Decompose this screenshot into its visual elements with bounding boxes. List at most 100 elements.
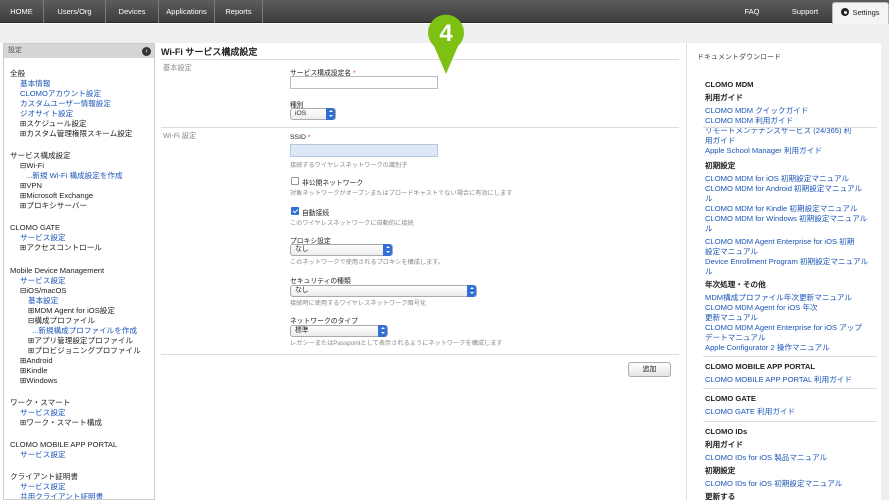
document-link[interactable]: CLOMO MDM Agent Enterprise for iOS アップ — [705, 323, 862, 333]
add-button[interactable]: 追加 — [628, 362, 671, 377]
panel-title: ドキュメントダウンロード — [697, 54, 781, 61]
ssid-input[interactable] — [290, 144, 438, 157]
document-link[interactable]: CLOMO MDM クイックガイド — [705, 106, 808, 116]
nav-support[interactable]: Support — [782, 0, 828, 23]
sidebar-item[interactable]: ...新規構成プロファイルを作成 — [32, 326, 137, 336]
document-link[interactable]: Apple School Manager 利用ガイド — [705, 146, 822, 156]
document-heading: CLOMO MOBILE APP PORTAL — [705, 362, 815, 371]
sidebar-item[interactable]: ⊞Kindle — [20, 366, 47, 376]
sidebar-item[interactable]: ⊞プロビジョニングプロファイル — [28, 346, 141, 356]
sidebar-item[interactable]: ⊞Microsoft Exchange — [20, 191, 93, 201]
sidebar-item[interactable]: サービス設定 — [20, 408, 66, 418]
network-type-hint: レガシーまたはPasspointとして表示されるようにネットワークを構成します — [290, 340, 503, 347]
sidebar-item[interactable]: ⊟Wi-Fi — [20, 161, 44, 171]
divider — [161, 59, 679, 60]
divider — [161, 354, 679, 355]
chevron-updown-icon — [467, 285, 476, 297]
document-link[interactable]: CLOMO GATE 利用ガイド — [705, 407, 795, 417]
network-type-select[interactable]: 標準 — [290, 325, 388, 337]
sidebar-item[interactable]: 共用クライアント証明書 — [20, 492, 103, 499]
nav-settings-tab[interactable]: Settings — [832, 2, 889, 24]
document-link[interactable]: CLOMO MDM for Windows 初期設定マニュアル — [705, 214, 867, 224]
document-link[interactable]: CLOMO MDM 利用ガイド — [705, 116, 793, 126]
step-marker-icon: 4 — [428, 14, 464, 74]
section-basic-label: 基本設定 — [163, 63, 192, 72]
sidebar-item[interactable]: サービス設定 — [20, 450, 66, 460]
sidebar-item[interactable]: ⊞カスタム管理権限スキーム設定 — [20, 129, 132, 139]
document-link[interactable]: CLOMO MDM Agent Enterprise for iOS 初期 — [705, 237, 854, 247]
sidebar-header: 設定 ‹ — [4, 44, 154, 58]
document-link[interactable]: ル — [705, 267, 713, 277]
document-link[interactable]: デートマニュアル — [705, 333, 766, 343]
sidebar-item[interactable]: サービス設定 — [20, 233, 66, 243]
sidebar-item[interactable]: ...新規 Wi-Fi 構成設定を作成 — [26, 171, 123, 181]
document-link[interactable]: CLOMO MDM for iOS 初期設定マニュアル — [705, 174, 849, 184]
sidebar-item[interactable]: ジオサイト設定 — [20, 109, 73, 119]
type-select[interactable]: iOS — [290, 108, 336, 120]
document-link[interactable]: CLOMO MDM Agent for iOS 年次 — [705, 303, 818, 313]
sidebar-item[interactable]: ⊞VPN — [20, 181, 42, 191]
ssid-label: SSID * — [290, 134, 311, 141]
sidebar-item[interactable]: ⊞MDM Agent for iOS設定 — [28, 306, 115, 316]
settings-label: Settings — [852, 8, 880, 17]
page-title: Wi-Fi サービス構成設定 — [161, 47, 258, 57]
sidebar-item[interactable]: ⊞Windows — [20, 376, 57, 386]
sidebar-item[interactable]: CLOMOアカウント設定 — [20, 89, 101, 99]
sidebar-item[interactable]: ⊟iOS/macOS — [20, 286, 66, 296]
sidebar-item[interactable]: ⊞アクセスコントロール — [20, 243, 102, 253]
sidebar-item[interactable]: ⊞Android — [20, 356, 53, 366]
nav-devices[interactable]: Devices — [106, 0, 159, 23]
document-link[interactable]: 更新マニュアル — [705, 313, 758, 323]
sidebar-section-heading: クライアント証明書 — [10, 472, 79, 481]
sidebar-item[interactable]: サービス設定 — [20, 482, 66, 492]
document-link[interactable]: Device Enrollment Program 初期設定マニュアル — [705, 257, 868, 267]
sidebar-item[interactable]: ⊟構成プロファイル — [28, 316, 95, 326]
sidebar-item[interactable]: サービス設定 — [20, 276, 66, 286]
document-link[interactable]: ル — [705, 194, 713, 204]
collapse-icon[interactable]: ‹ — [142, 46, 151, 56]
nav-users-org[interactable]: Users/Org — [44, 0, 106, 23]
hidden-network-label: 非公開ネットワーク — [302, 180, 364, 187]
document-list: ドキュメントダウンロード CLOMO MDM 利用ガイド CLOMO MDM クイック… — [686, 43, 881, 501]
document-link[interactable]: MDM構成プロファイル年次更新マニュアル — [705, 293, 852, 303]
sidebar-item[interactable]: ⊞プロキシサーバー — [20, 201, 87, 211]
proxy-select[interactable]: なし — [290, 244, 393, 256]
document-link[interactable]: CLOMO IDs for iOS 初期設定マニュアル — [705, 479, 842, 489]
sidebar-section-heading: 全般 — [10, 69, 26, 78]
hidden-network-hint: 対象ネットワークがオープンまたはブロードキャストでない場合に有効にします — [290, 190, 513, 197]
divider — [703, 388, 877, 389]
document-link[interactable]: CLOMO IDs for iOS 製品マニュアル — [705, 453, 827, 463]
hidden-network-checkbox[interactable] — [291, 177, 299, 185]
sidebar-section-heading: CLOMO MOBILE APP PORTAL — [10, 440, 118, 449]
security-type-select[interactable]: なし — [290, 285, 477, 297]
chevron-updown-icon — [326, 108, 335, 120]
sidebar-item[interactable]: ⊞ワーク・スマート構成 — [20, 418, 102, 428]
auto-join-checkbox[interactable] — [291, 207, 299, 215]
nav-home[interactable]: HOME — [0, 0, 44, 23]
document-link[interactable]: 設定マニュアル — [705, 247, 758, 257]
document-link[interactable]: Apple Configurator 2 操作マニュアル — [705, 343, 830, 353]
document-heading: 初期設定 — [705, 161, 736, 170]
document-link[interactable]: 用ガイド — [705, 136, 735, 146]
sidebar-item[interactable]: ⊞アプリ管理設定プロファイル — [28, 336, 133, 346]
sidebar-item[interactable]: カスタムユーザー情報設定 — [20, 99, 111, 109]
gear-icon — [841, 8, 850, 16]
nav-faq[interactable]: FAQ — [735, 0, 769, 23]
sidebar-section-heading: ワーク・スマート — [10, 398, 71, 407]
sidebar-item[interactable]: 基本情報 — [20, 79, 50, 89]
document-link[interactable]: ル — [705, 224, 713, 234]
sidebar-item[interactable]: ⊞スケジュール設定 — [20, 119, 87, 129]
network-type-label: ネットワークのタイプ — [290, 318, 358, 325]
nav-reports[interactable]: Reports — [215, 0, 263, 23]
sidebar-item[interactable]: 基本設定 — [28, 296, 58, 306]
step-marker-label: 4 — [439, 20, 453, 47]
security-type-label: セキュリティの種類 — [290, 278, 351, 285]
proxy-hint: このネットワークで使用されるプロキシを構成します。 — [290, 259, 445, 266]
document-link[interactable]: CLOMO MOBILE APP PORTAL 利用ガイド — [705, 375, 852, 385]
document-link[interactable]: CLOMO MDM for Android 初期設定マニュアル — [705, 184, 862, 194]
chevron-updown-icon — [378, 325, 387, 337]
section-wifi-label: Wi-Fi 設定 — [163, 131, 197, 140]
document-link[interactable]: CLOMO MDM for Kindle 初期設定マニュアル — [705, 204, 858, 214]
nav-applications[interactable]: Applications — [159, 0, 215, 23]
service-name-input[interactable] — [290, 76, 438, 89]
